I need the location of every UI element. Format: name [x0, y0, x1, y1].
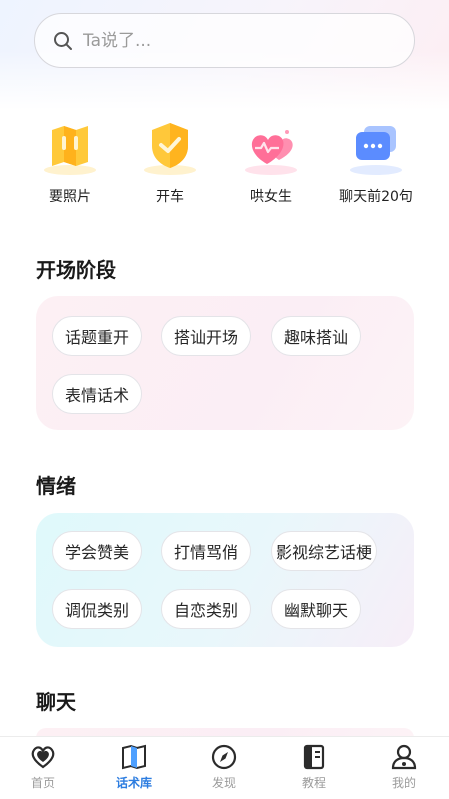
search-bar[interactable]	[34, 13, 415, 68]
chat-bubble-icon	[346, 118, 406, 178]
chip-teasing[interactable]: 调侃类别	[52, 589, 143, 629]
emotion-chips-panel: 学会赞美 打情骂俏 影视综艺话梗 调侃类别 自恋类别 幽默聊天	[36, 513, 414, 647]
chip-narcissism[interactable]: 自恋类别	[161, 589, 252, 629]
quick-action-label: 要照片	[49, 189, 91, 205]
chip-tv-memes[interactable]: 影视综艺话梗	[271, 531, 378, 571]
tab-tutorial[interactable]: 教程	[279, 743, 349, 791]
tab-home[interactable]: 首页	[8, 743, 78, 791]
chip-praise[interactable]: 学会赞美	[52, 531, 143, 571]
shield-check-icon	[140, 118, 200, 178]
chip-pickup-opener[interactable]: 搭讪开场	[161, 316, 252, 356]
quick-action-label: 开车	[156, 189, 184, 205]
quick-action-label: 聊天前20句	[339, 189, 413, 205]
section-title-chat: 聊天	[36, 690, 76, 714]
tutorial-icon	[303, 744, 325, 770]
quick-actions: 要照片 开车 哄女生 聊天前20句	[0, 118, 449, 208]
person-icon	[391, 744, 417, 770]
search-input[interactable]	[83, 30, 383, 51]
quick-action-photos[interactable]: 要照片	[20, 118, 120, 206]
chip-flirt[interactable]: 打情骂俏	[161, 531, 252, 571]
opening-chips-panel: 话题重开 搭讪开场 趣味搭讪 表情话术	[36, 296, 414, 430]
chip-topic-restart[interactable]: 话题重开	[52, 316, 143, 356]
chip-fun-pickup[interactable]: 趣味搭讪	[271, 316, 362, 356]
heart-icon	[31, 746, 55, 769]
tab-scripts[interactable]: 话术库	[99, 743, 169, 791]
map-icon	[40, 118, 100, 178]
quick-action-first-20[interactable]: 聊天前20句	[326, 118, 426, 206]
search-icon	[54, 31, 72, 50]
tab-label: 发现	[211, 776, 236, 790]
section-title-emotion: 情绪	[36, 474, 76, 498]
chip-emoji-talk[interactable]: 表情话术	[52, 374, 143, 414]
tab-label: 我的	[391, 776, 416, 790]
tab-label: 首页	[30, 776, 55, 790]
tab-discover[interactable]: 发现	[189, 743, 259, 791]
bottom-tab-bar: 首页 话术库 发现 教程 我的	[0, 736, 449, 799]
compass-icon	[211, 744, 237, 770]
tab-label: 教程	[301, 776, 326, 790]
quick-action-drive[interactable]: 开车	[120, 118, 220, 206]
tab-label: 话术库	[115, 776, 152, 790]
hearts-icon	[241, 118, 301, 178]
quick-action-coax[interactable]: 哄女生	[221, 118, 321, 206]
chip-humor[interactable]: 幽默聊天	[271, 589, 362, 629]
quick-action-label: 哄女生	[250, 189, 292, 205]
book-icon	[122, 744, 146, 770]
section-title-opening: 开场阶段	[36, 258, 116, 282]
tab-profile[interactable]: 我的	[369, 743, 439, 791]
